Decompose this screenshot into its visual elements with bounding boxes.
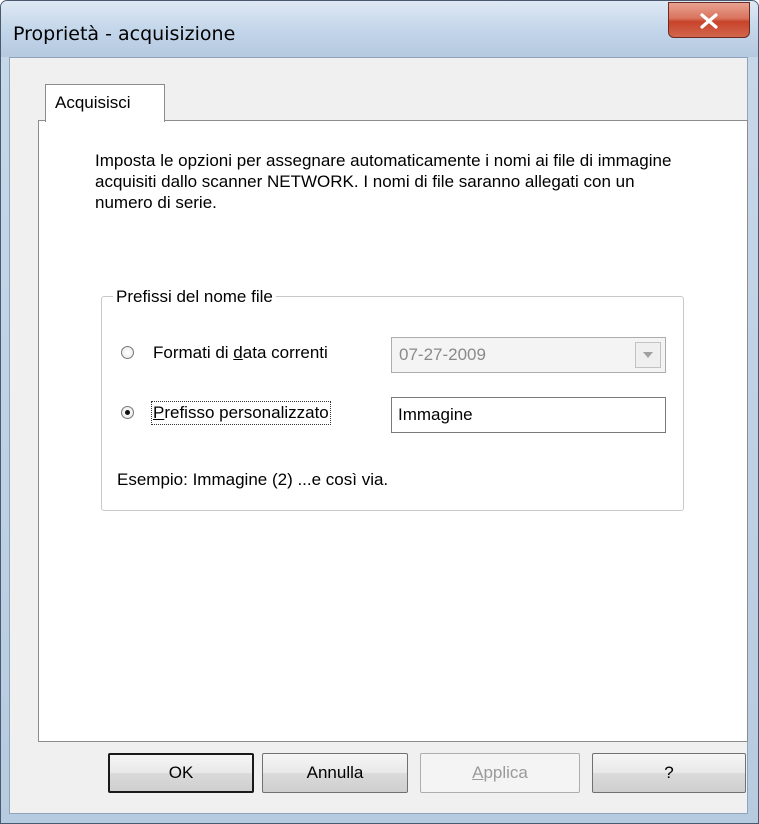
title-bar[interactable]: Proprietà - acquisizione bbox=[1, 1, 758, 57]
dropdown-button[interactable] bbox=[635, 342, 661, 368]
custom-prefix-radio[interactable] bbox=[121, 406, 134, 419]
description-text: Imposta le opzioni per assegnare automat… bbox=[95, 151, 672, 212]
help-button[interactable]: ? bbox=[592, 753, 746, 793]
cancel-button[interactable]: Annulla bbox=[262, 753, 408, 793]
chevron-down-icon bbox=[643, 352, 653, 358]
example-text: Esempio: Immagine (2) ...e così via. bbox=[117, 470, 389, 489]
date-format-radio[interactable] bbox=[121, 346, 134, 359]
tab-acquisisci[interactable]: Acquisisci bbox=[45, 84, 165, 122]
group-legend: Prefissi del nome file bbox=[113, 287, 276, 307]
date-format-value: 07-27-2009 bbox=[399, 345, 486, 364]
date-format-label[interactable]: Formati di data correnti bbox=[153, 343, 328, 363]
window-title: Proprietà - acquisizione bbox=[13, 23, 236, 45]
custom-prefix-input[interactable] bbox=[391, 397, 666, 433]
custom-prefix-label[interactable]: Prefisso personalizzato bbox=[151, 401, 331, 425]
date-format-select[interactable]: 07-27-2009 bbox=[391, 337, 666, 373]
apply-button[interactable]: Applica bbox=[420, 753, 580, 793]
tab-label: Acquisisci bbox=[55, 93, 131, 112]
ok-button[interactable]: OK bbox=[108, 753, 254, 793]
close-icon bbox=[700, 13, 718, 29]
close-button[interactable] bbox=[668, 2, 750, 38]
